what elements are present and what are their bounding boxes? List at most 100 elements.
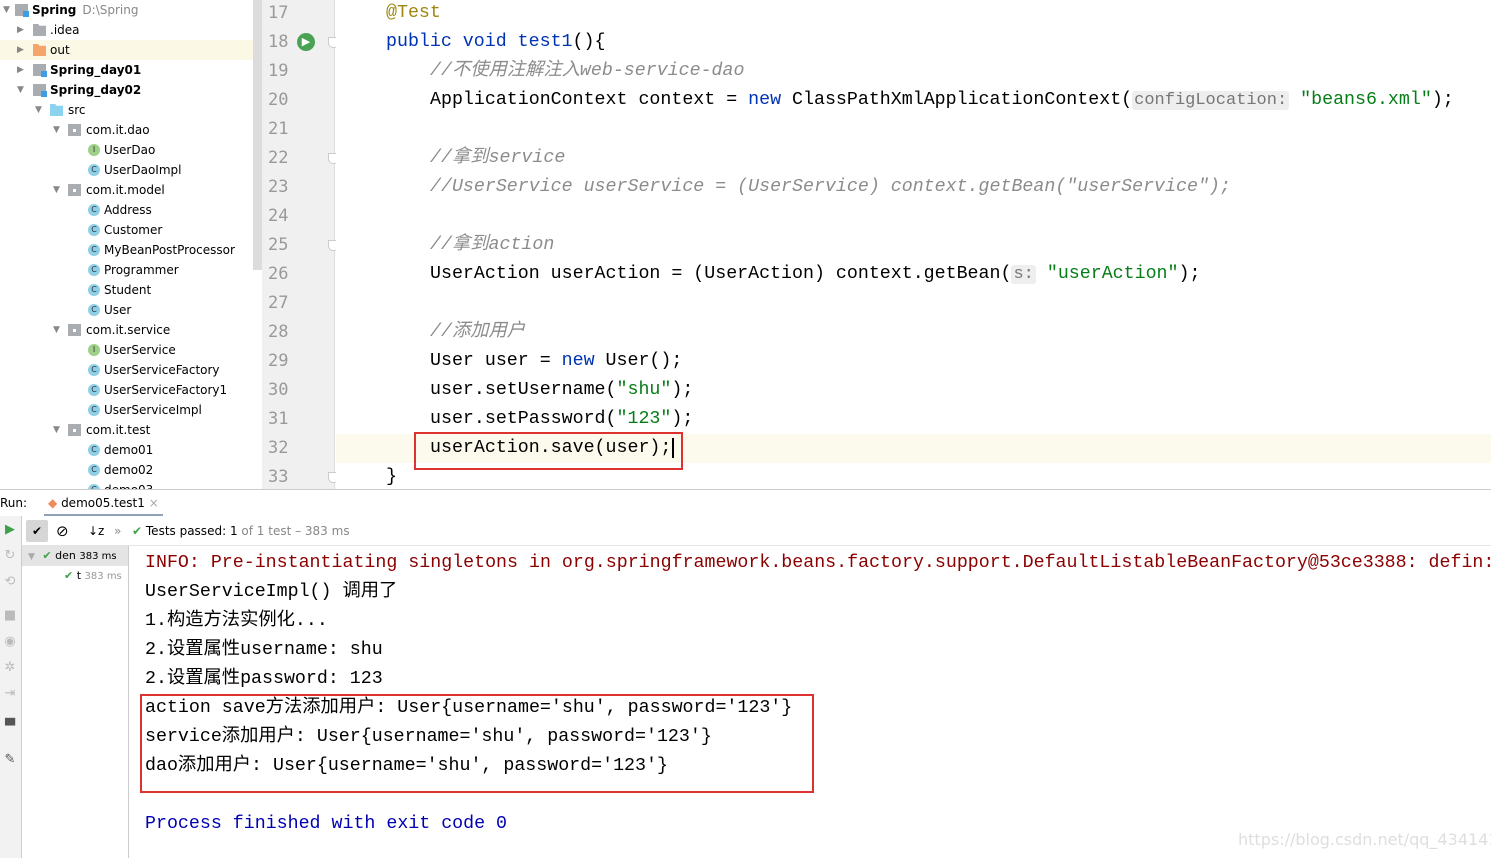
tree-item[interactable]: C UserServiceImpl <box>0 400 253 420</box>
pin-icon[interactable]: ✎ <box>3 752 17 767</box>
stop-icon[interactable]: ■ <box>3 608 17 623</box>
code-line[interactable]: //UserService userService = (UserService… <box>336 173 1491 202</box>
code-line[interactable]: @Test <box>336 0 1491 28</box>
tree-item[interactable]: I UserService <box>0 340 253 360</box>
layout-icon[interactable]: ▀ <box>3 719 17 734</box>
test-results-tree: ▼ ✔ den 383 ms ✔ t 383 ms <box>22 546 129 858</box>
tree-item[interactable]: I UserDao <box>0 140 253 160</box>
test-class-icon: C <box>88 444 100 456</box>
expanded-arrow-icon[interactable]: ▼ <box>53 420 60 440</box>
expanded-arrow-icon[interactable]: ▼ <box>3 0 10 20</box>
tree-item[interactable]: ▼ src <box>0 100 253 120</box>
status-prefix: Tests passed: <box>145 524 227 538</box>
import-icon[interactable]: ⇥ <box>3 686 17 701</box>
code-line[interactable]: user.setPassword("123"); <box>336 405 1491 434</box>
code-line[interactable]: ApplicationContext context = new ClassPa… <box>336 86 1491 115</box>
tree-item[interactable]: ▼ com.it.model <box>0 180 253 200</box>
more-icon[interactable]: » <box>114 516 121 546</box>
tree-item[interactable]: ▶ Spring_day01 <box>0 60 253 80</box>
collapsed-arrow-icon[interactable]: ▶ <box>17 60 24 80</box>
tree-item[interactable]: ▼ com.it.dao <box>0 120 253 140</box>
tree-item[interactable]: C UserServiceFactory1 <box>0 380 253 400</box>
tree-item-label: .idea <box>50 23 80 37</box>
tree-item-label: Spring <box>32 3 77 17</box>
tree-item[interactable]: C UserServiceFactory <box>0 360 253 380</box>
code-token: } <box>386 467 397 487</box>
tree-item[interactable]: ▼ Spring D:\Spring <box>0 0 253 20</box>
tree-item[interactable]: Cdemo03 <box>0 480 253 489</box>
tree-item-label: UserServiceFactory1 <box>104 383 228 397</box>
code-token: //添加用户 <box>430 322 526 342</box>
code-token: //拿到action <box>430 235 555 255</box>
rerun-icon[interactable]: ▶ <box>3 522 17 537</box>
code-line[interactable]: User user = new User(); <box>336 347 1491 376</box>
parameter-hint: s: <box>1011 265 1036 284</box>
tree-item[interactable]: ▼ Spring_day02 <box>0 80 253 100</box>
editor-gutter: 17 18 19 20 21 22 23 24 25 26 27 28 29 30 31 32 33 ▶ <box>262 0 339 489</box>
tree-item-label: UserDao <box>104 143 156 157</box>
code-editor[interactable]: @Test public void test1(){//不使用注解注入web-se… <box>336 0 1491 489</box>
code-token: UserAction userAction = (UserAction) con… <box>430 264 1012 284</box>
tree-item[interactable]: C User <box>0 300 253 320</box>
expand-icon[interactable]: ▼ <box>28 552 35 562</box>
code-line[interactable]: public void test1(){ <box>336 28 1491 57</box>
line-number: 31 <box>268 409 289 429</box>
code-line[interactable] <box>336 115 1491 144</box>
class-icon: C <box>88 304 100 316</box>
code-line[interactable]: UserAction userAction = (UserAction) con… <box>336 260 1491 289</box>
code-line[interactable]: //拿到service <box>336 144 1491 173</box>
tree-item[interactable]: Cdemo01 <box>0 440 253 460</box>
run-tab[interactable]: ◆ demo05.test1 × <box>44 490 163 517</box>
expanded-arrow-icon[interactable]: ▼ <box>53 120 60 140</box>
tree-item[interactable]: ▶ out <box>0 40 262 60</box>
tree-item-label: Address <box>104 203 152 217</box>
code-line[interactable]: //拿到action <box>336 231 1491 260</box>
tree-item[interactable]: C Student <box>0 280 253 300</box>
collapsed-arrow-icon[interactable]: ▶ <box>17 40 24 60</box>
tree-item[interactable]: ▼ com.it.test <box>0 420 253 440</box>
line-number: 22 <box>268 148 289 168</box>
test-node-method[interactable]: ✔ t 383 ms <box>64 566 122 586</box>
code-line[interactable] <box>336 202 1491 231</box>
tree-item-label: demo02 <box>104 463 154 477</box>
collapsed-arrow-icon[interactable]: ▶ <box>17 20 24 40</box>
debug-icon[interactable]: ✲ <box>3 660 17 675</box>
tree-item[interactable]: C Programmer <box>0 260 253 280</box>
code-line[interactable]: //不使用注解注入web-service-dao <box>336 57 1491 86</box>
line-number: 27 <box>268 293 289 313</box>
show-ignored-icon[interactable]: ⊘ <box>56 516 69 546</box>
code-line[interactable] <box>336 289 1491 318</box>
show-passed-toggle[interactable]: ✔ <box>26 520 48 542</box>
expanded-arrow-icon[interactable]: ▼ <box>17 80 24 100</box>
code-line[interactable]: //添加用户 <box>336 318 1491 347</box>
tests-status: ✔ Tests passed: 1 of 1 test – 383 ms <box>132 516 350 546</box>
toggle-auto-test-icon[interactable]: ⟲ <box>3 574 17 589</box>
test-node-label: t <box>76 569 82 582</box>
code-line[interactable]: user.setUsername("shu"); <box>336 376 1491 405</box>
line-number: 33 <box>268 467 289 487</box>
tree-item[interactable]: C MyBeanPostProcessor <box>0 240 253 260</box>
expanded-arrow-icon[interactable]: ▼ <box>53 180 60 200</box>
tree-item[interactable]: C UserDaoImpl <box>0 160 253 180</box>
tree-item[interactable]: Cdemo02 <box>0 460 253 480</box>
close-tab-icon[interactable]: × <box>149 496 159 510</box>
tree-item[interactable]: ▶ .idea <box>0 20 253 40</box>
run-tab-label: demo05.test1 <box>61 496 145 510</box>
tree-item[interactable]: C Address <box>0 200 253 220</box>
tree-item[interactable]: ▼ com.it.service <box>0 320 253 340</box>
check-icon: ✔ <box>132 524 143 538</box>
code-token: (){ <box>572 32 606 52</box>
camera-icon[interactable]: ◉ <box>3 634 17 649</box>
tree-scrollbar[interactable] <box>253 0 262 270</box>
rerun-failed-icon[interactable]: ↻ <box>3 548 17 563</box>
tree-item[interactable]: C Customer <box>0 220 253 240</box>
code-token: User(); <box>605 351 683 371</box>
test-node-class[interactable]: ▼ ✔ den 383 ms <box>22 546 128 566</box>
console-line: UserServiceImpl() 调用了 <box>145 582 398 602</box>
expanded-arrow-icon[interactable]: ▼ <box>53 320 60 340</box>
sort-icon[interactable]: ↓z <box>88 516 104 546</box>
code-token: "123" <box>616 409 672 429</box>
expanded-arrow-icon[interactable]: ▼ <box>35 100 42 120</box>
run-test-icon[interactable]: ▶ <box>297 33 315 51</box>
